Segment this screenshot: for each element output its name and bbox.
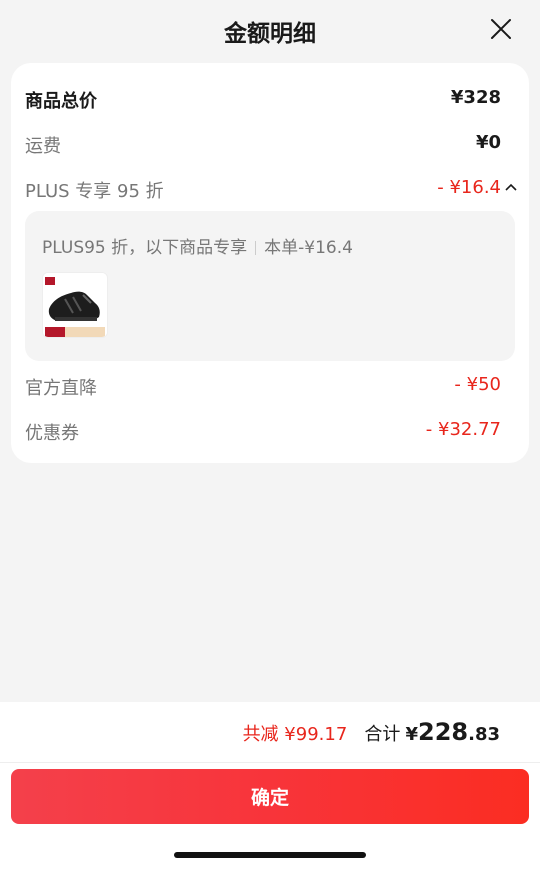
row-coupon: 优惠券 - ¥32.77: [25, 415, 501, 445]
coupon-label: 优惠券: [25, 423, 79, 444]
shipping-value: ¥0: [475, 132, 501, 153]
total-integer: 228: [418, 718, 469, 746]
confirm-button[interactable]: 确定: [11, 769, 529, 824]
plus-discount-value: - ¥16.4: [437, 177, 501, 198]
home-indicator: [174, 852, 366, 858]
total-decimal: .83: [468, 724, 500, 745]
totals: 共减 ¥99.17 合计 ¥228.83: [243, 718, 500, 746]
coupon-value: - ¥32.77: [425, 419, 501, 440]
plus-discount-label: PLUS 专享 95 折: [25, 181, 164, 202]
shipping-label: 运费: [25, 136, 61, 157]
total-currency: ¥: [405, 724, 418, 745]
close-icon[interactable]: [490, 18, 512, 40]
row-official-discount: 官方直降 - ¥50: [25, 370, 501, 400]
modal-header: 金额明细: [0, 0, 540, 60]
plus-detail-line: PLUS95 折，以下商品专享 本单-¥16.4: [42, 233, 353, 258]
row-shipping: 运费 ¥0: [25, 128, 501, 158]
plus-order-text: 本单-¥16.4: [264, 238, 353, 258]
row-plus-discount[interactable]: PLUS 专享 95 折 - ¥16.4: [25, 173, 517, 203]
plus-detail-text: PLUS95 折，以下商品专享: [42, 238, 248, 258]
shoe-image: [43, 273, 107, 337]
total-label: 合计: [364, 724, 401, 745]
plus-detail-panel: PLUS95 折，以下商品专享 本单-¥16.4: [25, 211, 515, 361]
official-discount-value: - ¥50: [454, 374, 501, 395]
official-discount-label: 官方直降: [25, 378, 97, 399]
price-breakdown-card: 商品总价 ¥328 运费 ¥0 PLUS 专享 95 折 - ¥16.4 PLU…: [11, 63, 529, 463]
divider: [0, 762, 540, 763]
product-thumbnail[interactable]: [42, 272, 108, 338]
goods-total-value: ¥328: [450, 87, 501, 108]
savings-text: 共减 ¥99.17: [242, 724, 348, 745]
goods-total-label: 商品总价: [25, 91, 97, 112]
checkout-bar: 共减 ¥99.17 合计 ¥228.83 确定: [0, 702, 540, 870]
page-title: 金额明细: [224, 21, 316, 47]
chevron-up-icon[interactable]: [505, 183, 517, 191]
divider: [255, 241, 257, 255]
row-goods-total: 商品总价 ¥328: [25, 83, 501, 113]
